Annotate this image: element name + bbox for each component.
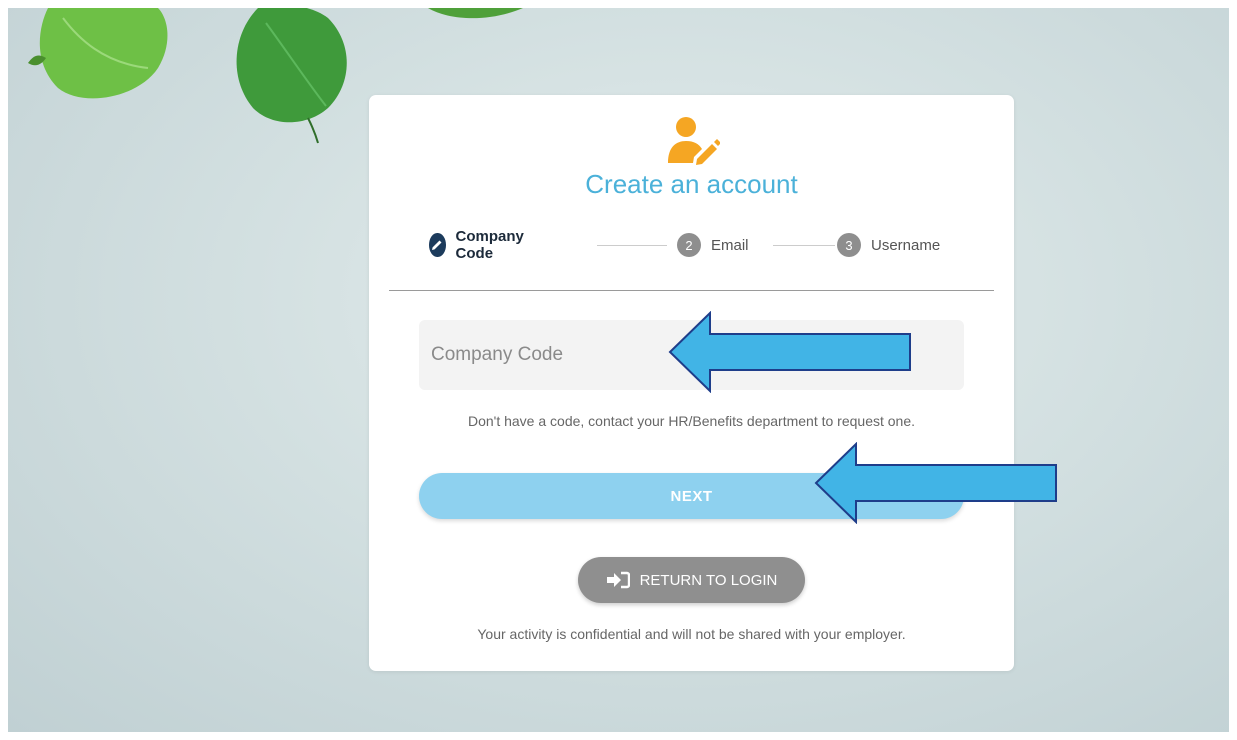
confidentiality-notice: Your activity is confidential and will n…	[477, 626, 906, 642]
company-code-hint: Don't have a code, contact your HR/Benef…	[467, 413, 916, 429]
step-label-email: Email	[711, 236, 749, 254]
return-to-login-label: RETURN TO LOGIN	[639, 571, 778, 589]
annotation-arrow	[814, 442, 1057, 524]
sign-in-icon	[606, 571, 630, 589]
return-to-login-button[interactable]: RETURN TO LOGIN	[578, 557, 805, 603]
divider	[389, 290, 994, 291]
step-email: 2 Email	[677, 231, 749, 259]
step-label-company-code: Company Code	[455, 228, 524, 262]
step-connector	[597, 245, 667, 246]
page-title: Create an account	[585, 169, 798, 199]
step-label-username: Username	[871, 236, 941, 254]
user-edit-icon	[668, 117, 720, 165]
step-number-badge: 3	[837, 233, 861, 257]
page-background: Create an account Company Code 2 Email 3…	[8, 8, 1229, 732]
pencil-icon	[429, 233, 446, 257]
step-connector	[773, 245, 835, 246]
step-company-code: Company Code	[429, 228, 531, 262]
annotation-arrow	[668, 311, 911, 393]
step-number-badge: 2	[677, 233, 701, 257]
step-username: 3 Username	[837, 231, 940, 259]
